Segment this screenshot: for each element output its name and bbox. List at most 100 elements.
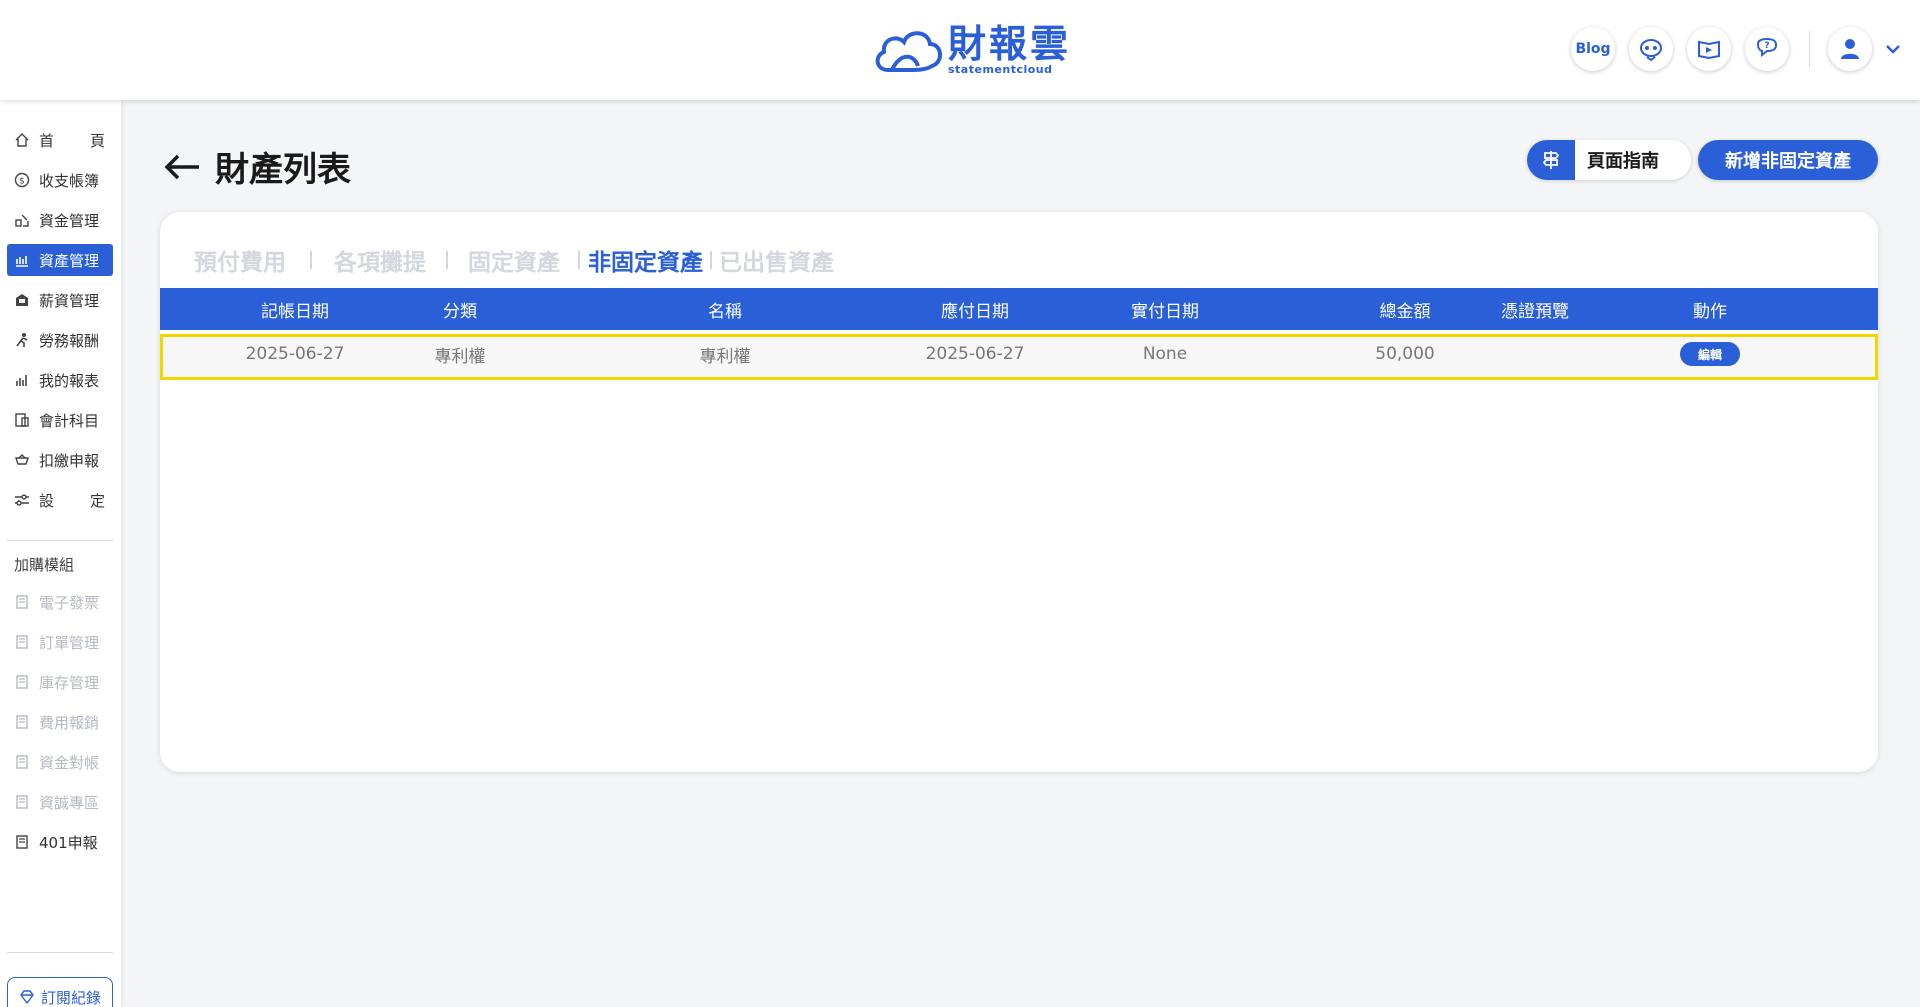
user-icon <box>1841 39 1859 59</box>
sidebar-item-label: 資產管理 <box>39 251 100 270</box>
home-icon <box>15 133 29 147</box>
tab-non-fixed-assets[interactable]: 非固定資產 <box>588 243 703 277</box>
sidebar-item-label: 設定 <box>39 491 105 510</box>
cell-name: 專利權 <box>699 346 751 367</box>
blog-button[interactable]: Blog <box>1571 27 1615 71</box>
bar-chart-icon <box>16 375 27 386</box>
user-avatar[interactable] <box>1828 27 1872 71</box>
sidebar-item-orders[interactable]: 訂單管理 <box>7 626 113 658</box>
sidebar-item-label: 首頁 <box>39 131 105 150</box>
svg-text:?: ? <box>1764 41 1769 51</box>
sidebar-item-label: 資金對帳 <box>39 753 100 772</box>
sidebar-item-settings[interactable]: 設定 <box>7 484 113 516</box>
subscription-record-label: 訂閱紀錄 <box>40 988 101 1007</box>
column-header-action[interactable]: 動作 <box>1660 288 1760 330</box>
subscription-record-button[interactable]: 訂閱紀錄 <box>7 977 113 1007</box>
sidebar-item-label: 我的報表 <box>39 371 100 390</box>
settings-sliders-icon <box>15 494 29 506</box>
sidebar-item-withholding[interactable]: 扣繳申報 <box>7 444 113 476</box>
page-title-text: 財產列表 <box>215 150 351 190</box>
top-header: 財報雲 statementcloud Blog ? <box>0 0 1920 100</box>
book-video-icon <box>1698 40 1720 60</box>
column-header-paid-date[interactable]: 實付日期 <box>1105 288 1225 330</box>
page-guide-button[interactable]: 頁面指南 <box>1527 140 1691 180</box>
cloud-logo-icon <box>875 31 942 72</box>
sidebar-item-e-invoice[interactable]: 電子發票 <box>7 586 113 618</box>
module-icon <box>16 595 28 609</box>
tab-divider <box>446 251 448 269</box>
sidebar-item-ledger[interactable]: $ 收支帳簿 <box>7 164 113 196</box>
logo-text-en: statementcloud <box>948 63 1053 76</box>
add-non-fixed-asset-button[interactable]: 新增非固定資產 <box>1698 140 1878 180</box>
sidebar-item-reconciliation[interactable]: 資金對帳 <box>7 746 113 778</box>
chevron-down-icon <box>1886 45 1900 54</box>
page-guide-label: 頁面指南 <box>1587 151 1659 172</box>
cell-record-date: 2025-06-27 <box>245 344 345 364</box>
module-icon <box>16 635 28 649</box>
robot-icon <box>1640 39 1662 62</box>
sidebar-divider <box>7 540 113 541</box>
sidebar-item-assets[interactable]: 資產管理 <box>7 244 113 276</box>
sidebar-item-reports[interactable]: 我的報表 <box>7 364 113 396</box>
tab-fixed-assets[interactable]: 固定資產 <box>468 243 560 277</box>
sidebar-item-inventory[interactable]: 庫存管理 <box>7 666 113 698</box>
cell-total: 50,000 <box>1375 344 1435 364</box>
sidebar-item-401-filing[interactable]: 401申報 <box>7 826 113 858</box>
withholding-icon <box>15 454 29 465</box>
sidebar-item-label: 會計科目 <box>39 411 100 430</box>
module-icon <box>16 675 28 689</box>
table-row[interactable]: 2025-06-27 專利權 專利權 2025-06-27 None 50,00… <box>160 334 1878 380</box>
sidebar-item-label: 扣繳申報 <box>39 451 100 470</box>
tab-divider <box>578 251 580 269</box>
app-logo[interactable]: 財報雲 statementcloud <box>870 22 1071 78</box>
sidebar-item-label: 費用報銷 <box>39 713 100 732</box>
addon-heading: 加購模組 <box>14 556 75 574</box>
module-icon <box>16 755 28 769</box>
sidebar-item-label: 訂單管理 <box>39 633 100 652</box>
cell-paid-date: None <box>1142 344 1188 364</box>
salary-icon <box>16 294 28 306</box>
column-header-voucher-preview[interactable]: 憑證預覽 <box>1475 288 1595 330</box>
sidebar-item-home[interactable]: 首頁 <box>7 124 113 156</box>
edit-button[interactable]: 編輯 <box>1680 342 1740 366</box>
sidebar-item-labor[interactable]: 勞務報酬 <box>7 324 113 356</box>
sidebar-item-label: 薪資管理 <box>39 291 100 310</box>
assets-icon <box>16 256 28 267</box>
logo-text-cn: 財報雲 <box>948 22 1072 66</box>
cell-category: 專利權 <box>434 346 486 367</box>
tab-sold-assets[interactable]: 已出售資產 <box>719 243 834 277</box>
sidebar-item-pwc-zone[interactable]: 資誠專區 <box>7 786 113 818</box>
tab-divider <box>710 251 712 269</box>
robot-assistant-button[interactable] <box>1629 27 1673 71</box>
module-icon <box>16 795 28 809</box>
column-header-category[interactable]: 分類 <box>425 288 495 330</box>
cell-voucher-preview <box>1475 334 1595 374</box>
tab-prepaid-expenses[interactable]: 預付費用 <box>194 243 286 277</box>
coin-icon: $ <box>14 172 30 188</box>
diamond-icon <box>20 990 34 1005</box>
sidebar-item-salary[interactable]: 薪資管理 <box>7 284 113 316</box>
asset-list-card: 預付費用 各項攤提 固定資產 非固定資產 已出售資產 記帳日期 分類 名稱 應付… <box>160 212 1878 772</box>
tab-amortization[interactable]: 各項攤提 <box>334 243 426 277</box>
user-menu-toggle[interactable] <box>1878 34 1908 64</box>
sidebar-item-label: 勞務報酬 <box>39 331 100 350</box>
column-header-name[interactable]: 名稱 <box>685 288 765 330</box>
table-header: 記帳日期 分類 名稱 應付日期 實付日期 總金額 憑證預覽 動作 <box>160 288 1878 330</box>
sidebar-item-accounts[interactable]: 會計科目 <box>7 404 113 436</box>
column-header-total[interactable]: 總金額 <box>1355 288 1455 330</box>
video-tutorial-button[interactable] <box>1687 27 1731 71</box>
column-header-record-date[interactable]: 記帳日期 <box>220 288 370 330</box>
cell-action: 編輯 <box>1660 334 1760 374</box>
help-chat-button[interactable]: ? <box>1745 27 1789 71</box>
ledger-icon <box>15 413 29 427</box>
sidebar-item-label: 電子發票 <box>39 593 100 612</box>
cell-due-date: 2025-06-27 <box>925 344 1025 364</box>
column-header-due-date[interactable]: 應付日期 <box>915 288 1035 330</box>
signpost-icon <box>1542 151 1560 169</box>
sidebar-item-expenses[interactable]: 費用報銷 <box>7 706 113 738</box>
sidebar-item-funds[interactable]: 資金管理 <box>7 204 113 236</box>
sidebar-divider <box>7 952 113 953</box>
back-arrow-icon[interactable] <box>163 152 201 182</box>
sidebar-item-label: 庫存管理 <box>39 673 100 692</box>
sidebar: 首頁 $ 收支帳簿 資金管理 資產管理 薪資管理 勞務報酬 我的報表 會計科目 … <box>0 100 121 1007</box>
